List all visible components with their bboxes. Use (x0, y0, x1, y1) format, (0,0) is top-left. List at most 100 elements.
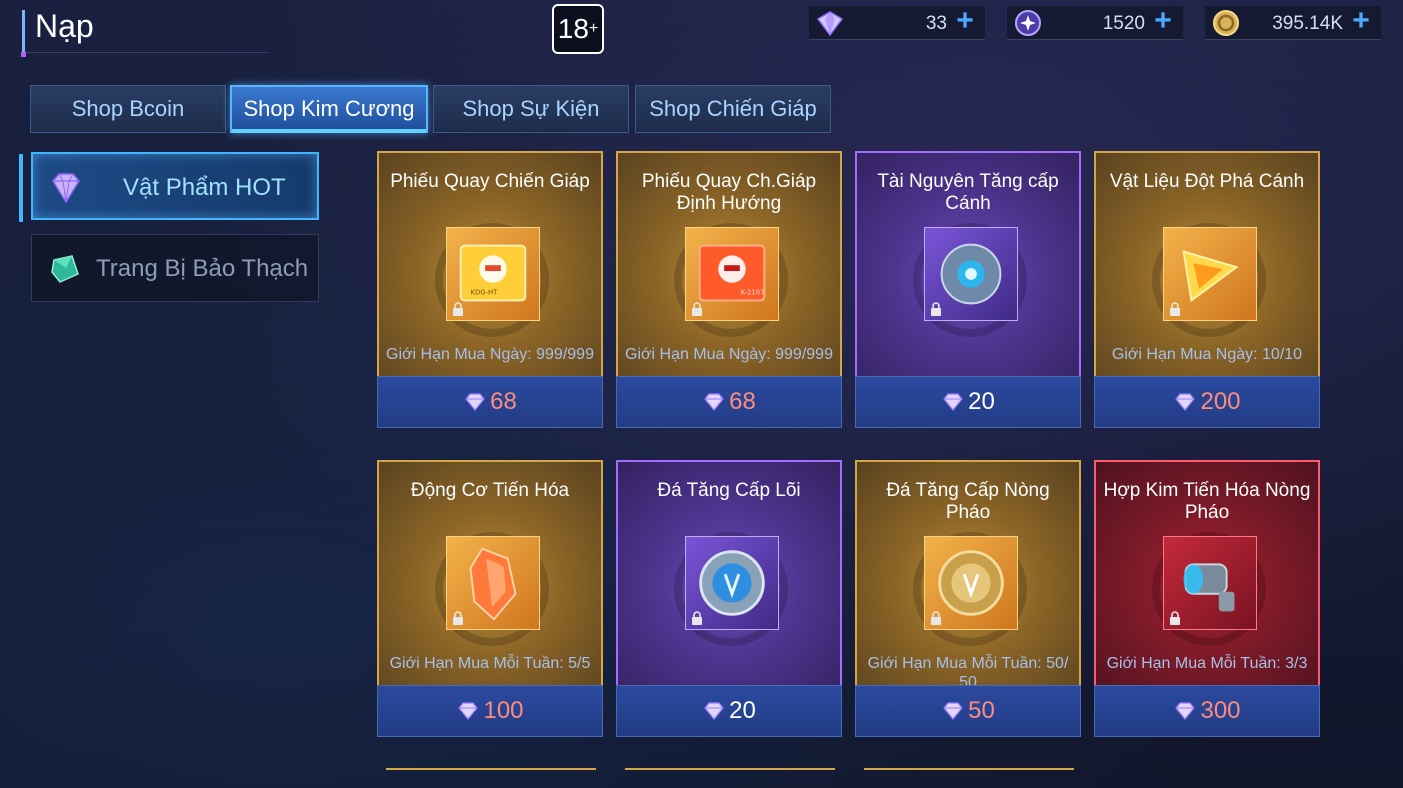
sidebar-item-vat-pham-hot[interactable]: Vật Phẩm HOT (19, 152, 319, 222)
currency-diamond: 33 + (809, 6, 985, 40)
lock-icon (453, 611, 463, 625)
item-card-body: Hợp Kim Tiến Hóa Nòng Pháo Giới Hạn Mua … (1094, 460, 1320, 685)
item-icon-frame (1163, 227, 1257, 321)
buy-button[interactable]: 20 (855, 376, 1081, 428)
tab-label: Shop Sự Kiện (462, 96, 600, 121)
shop-item-card[interactable]: Vật Liệu Đột Phá Cánh Giới Hạn Mua Ngày:… (1094, 151, 1320, 428)
item-card-body: Đá Tăng Cấp Lõi (616, 460, 842, 685)
item-name: Đá Tăng Cấp Lõi (657, 480, 801, 501)
diamond-icon (458, 702, 479, 720)
diamond-icon (1175, 393, 1196, 411)
item-price: 200 (1200, 388, 1241, 415)
lock-icon (931, 611, 941, 625)
item-icon-frame (446, 536, 540, 630)
item-card-body: Phiếu Quay Chiến Giáp KDG-HT Giới Hạn Mu… (377, 151, 603, 376)
svg-text:KDG-HT: KDG-HT (470, 289, 498, 297)
buy-button[interactable]: 50 (855, 685, 1081, 737)
item-icon-frame: K-2107 (685, 227, 779, 321)
diamond-icon (704, 702, 724, 720)
next-row-card-edge (864, 768, 1074, 770)
purchase-limit: Giới Hạn Mua Mỗi Tuần: 3/3 (1106, 655, 1308, 672)
item-name: Vật Liệu Đột Phá Cánh (1109, 171, 1305, 192)
svg-text:K-2107: K-2107 (741, 289, 765, 297)
item-icon-frame (685, 536, 779, 630)
next-row-card-edge (625, 768, 835, 770)
shop-item-card[interactable]: Đá Tăng Cấp Nòng Pháo Giới Hạn Mua Mỗi T… (855, 460, 1081, 737)
diamond-icon (943, 702, 963, 720)
diamond-icon (52, 173, 80, 204)
item-price: 20 (729, 697, 756, 724)
item-price: 68 (729, 388, 756, 415)
diamond-icon (1175, 702, 1196, 720)
shop-item-card[interactable]: Tài Nguyên Tăng cấp Cánh 20 (855, 151, 1081, 428)
item-name: Phiếu Quay Ch.Giáp Định Hướng (641, 171, 817, 214)
purchase-limit: Giới Hạn Mua Mỗi Tuần: 5/5 (389, 655, 591, 672)
item-card-body: Phiếu Quay Ch.Giáp Định Hướng K-2107 Giớ… (616, 151, 842, 376)
tab-shop-bcoin[interactable]: Shop Bcoin (30, 85, 226, 133)
item-price: 100 (483, 697, 524, 724)
purchase-limit: Giới Hạn Mua Ngày: 10/10 (1111, 346, 1303, 363)
add-gold-button[interactable]: + (1347, 6, 1375, 36)
lock-icon (692, 302, 702, 316)
sidebar-item-label: Trang Bị Bảo Thạch (96, 255, 309, 282)
lock-icon (1170, 302, 1180, 316)
orb-balance: 1520 (1102, 13, 1145, 34)
shop-item-card[interactable]: Hợp Kim Tiến Hóa Nòng Pháo Giới Hạn Mua … (1094, 460, 1320, 737)
star-orb-icon (1015, 10, 1041, 36)
title-accent-dot (21, 52, 26, 57)
tab-shop-su-kien[interactable]: Shop Sự Kiện (433, 85, 629, 133)
item-icon-frame (924, 536, 1018, 630)
diamond-icon (816, 11, 844, 37)
buy-button[interactable]: 300 (1094, 685, 1320, 737)
buy-button[interactable]: 68 (377, 376, 603, 428)
item-card-body: Đá Tăng Cấp Nòng Pháo Giới Hạn Mua Mỗi T… (855, 460, 1081, 691)
tab-label: Shop Chiến Giáp (649, 96, 817, 121)
buy-button[interactable]: 200 (1094, 376, 1320, 428)
item-name: Phiếu Quay Chiến Giáp (390, 171, 590, 192)
next-row-card-edge (386, 768, 596, 770)
tab-shop-chien-giap[interactable]: Shop Chiến Giáp (635, 85, 831, 133)
buy-button[interactable]: 20 (616, 685, 842, 737)
page-header: Nạp (21, 4, 267, 57)
currency-gold: 395.14K + (1205, 6, 1381, 40)
tab-shop-kim-cuong[interactable]: Shop Kim Cương (230, 85, 428, 133)
item-price: 68 (490, 388, 517, 415)
lock-icon (692, 611, 702, 625)
item-icon-frame: KDG-HT (446, 227, 540, 321)
item-card-body: Động Cơ Tiến Hóa Giới Hạn Mua Mỗi Tuần: … (377, 460, 603, 685)
shop-item-card[interactable]: Đá Tăng Cấp Lõi 20 (616, 460, 842, 737)
sidebar-item-trang-bi-bao-thach[interactable]: Trang Bị Bảo Thạch (31, 234, 319, 302)
purchase-limit: Giới Hạn Mua Ngày: 999/999 (386, 346, 594, 363)
shop-item-card[interactable]: Phiếu Quay Ch.Giáp Định Hướng K-2107 Giớ… (616, 151, 842, 428)
item-name: Hợp Kim Tiến Hóa Nòng Pháo (1103, 480, 1311, 523)
diamond-icon (943, 393, 963, 411)
buy-button[interactable]: 68 (616, 376, 842, 428)
add-orb-button[interactable]: + (1149, 6, 1177, 36)
item-price: 20 (968, 388, 995, 415)
add-diamond-button[interactable]: + (951, 6, 979, 36)
item-card-body: Vật Liệu Đột Phá Cánh Giới Hạn Mua Ngày:… (1094, 151, 1320, 376)
diamond-icon (704, 393, 724, 411)
item-name: Tài Nguyên Tăng cấp Cánh (877, 171, 1059, 214)
gold-coin-icon (1213, 10, 1239, 36)
buy-button[interactable]: 100 (377, 685, 603, 737)
age-rating-value: 18 (557, 13, 589, 44)
lock-icon (1170, 611, 1180, 625)
gold-balance: 395.14K (1272, 13, 1343, 34)
page-title: Nạp (35, 8, 94, 44)
purchase-limit: Giới Hạn Mua Ngày: 999/999 (625, 346, 833, 363)
diamond-icon (465, 393, 485, 411)
tab-label: Shop Bcoin (71, 96, 185, 121)
item-price: 300 (1200, 697, 1241, 724)
age-rating-plus: + (588, 20, 599, 37)
item-icon-frame (924, 227, 1018, 321)
item-icon-frame (1163, 536, 1257, 630)
lock-icon (931, 302, 941, 316)
title-accent-bar (22, 10, 25, 54)
age-rating-badge: 18 + (552, 4, 604, 54)
item-card-body: Tài Nguyên Tăng cấp Cánh (855, 151, 1081, 376)
shop-item-card[interactable]: Động Cơ Tiến Hóa Giới Hạn Mua Mỗi Tuần: … (377, 460, 603, 737)
item-name: Đá Tăng Cấp Nòng Pháo (886, 480, 1050, 523)
currency-orb: 1520 + (1007, 6, 1183, 40)
shop-item-card[interactable]: Phiếu Quay Chiến Giáp KDG-HT Giới Hạn Mu… (377, 151, 603, 428)
